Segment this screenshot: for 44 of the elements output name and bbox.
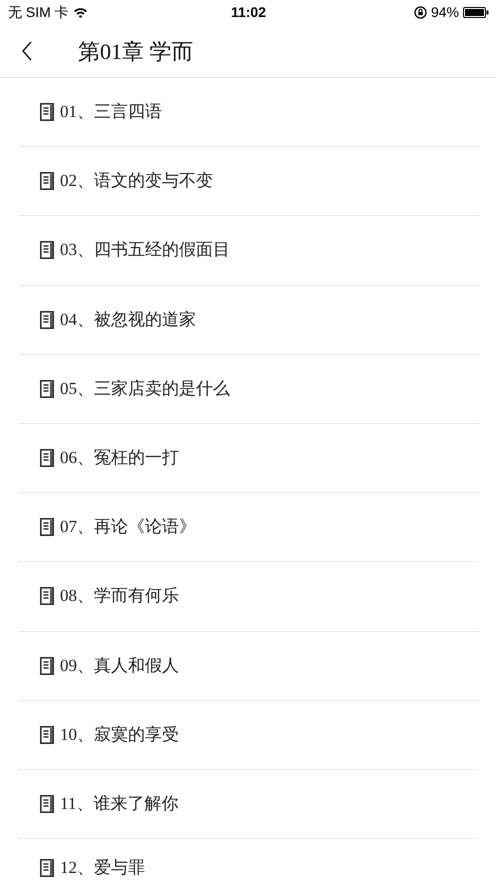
document-icon: [40, 794, 54, 813]
document-icon: [40, 172, 54, 190]
chapter-item[interactable]: 02、语文的变与不变: [18, 147, 479, 216]
chapter-item[interactable]: 03、四书五经的假面目: [18, 216, 479, 286]
chapter-item[interactable]: 09、真人和假人: [18, 632, 479, 701]
chapter-title: 03、四书五经的假面目: [60, 241, 230, 260]
document-icon: [40, 310, 54, 329]
chapter-title: 06、冤枉的一打: [60, 449, 179, 468]
chapter-title: 08、学而有何乐: [60, 587, 179, 606]
document-icon: [40, 656, 54, 675]
chapter-title: 05、三家店卖的是什么: [60, 380, 230, 398]
chapter-item[interactable]: 11、谁来了解你: [18, 770, 479, 840]
document-icon: [40, 241, 54, 260]
battery-icon: [462, 7, 489, 18]
chapter-item[interactable]: 12、爱与罪: [18, 839, 479, 878]
clock-text: 11:02: [230, 3, 266, 22]
back-icon: [21, 41, 33, 61]
chapter-item[interactable]: 10、寂寞的享受: [18, 700, 479, 770]
chapter-item[interactable]: 04、被忽视的道家: [18, 286, 479, 355]
chapter-title: 04、被忽视的道家: [60, 310, 196, 329]
document-icon: [40, 449, 54, 468]
wifi-icon: [72, 7, 88, 18]
chapter-title: 01、三言四语: [60, 103, 162, 122]
chapter-title: 07、再论《论语》: [60, 518, 196, 536]
document-icon: [40, 587, 54, 606]
document-icon: [40, 726, 54, 744]
document-icon: [40, 859, 54, 878]
chapter-item[interactable]: 07、再论《论语》: [18, 493, 479, 562]
battery-text: 94%: [430, 3, 459, 22]
chapter-title: 12、爱与罪: [60, 859, 145, 878]
chapter-item[interactable]: 06、冤枉的一打: [18, 424, 479, 494]
document-icon: [40, 380, 54, 398]
chapter-item[interactable]: 05、三家店卖的是什么: [18, 354, 479, 424]
page-title: 第01章 学而: [78, 38, 194, 66]
carrier-text: 无 SIM 卡: [8, 3, 69, 22]
chapter-title: 11、谁来了解你: [60, 794, 178, 813]
rotation-lock-icon: [414, 6, 427, 19]
chapter-title: 02、语文的变与不变: [60, 172, 213, 190]
chapter-item[interactable]: 08、学而有何乐: [18, 562, 479, 632]
document-icon: [40, 518, 54, 536]
chapter-title: 10、寂寞的享受: [60, 726, 179, 744]
chapter-title: 09、真人和假人: [60, 656, 179, 675]
document-icon: [40, 103, 54, 122]
chapter-item[interactable]: 01、三言四语: [18, 78, 479, 148]
